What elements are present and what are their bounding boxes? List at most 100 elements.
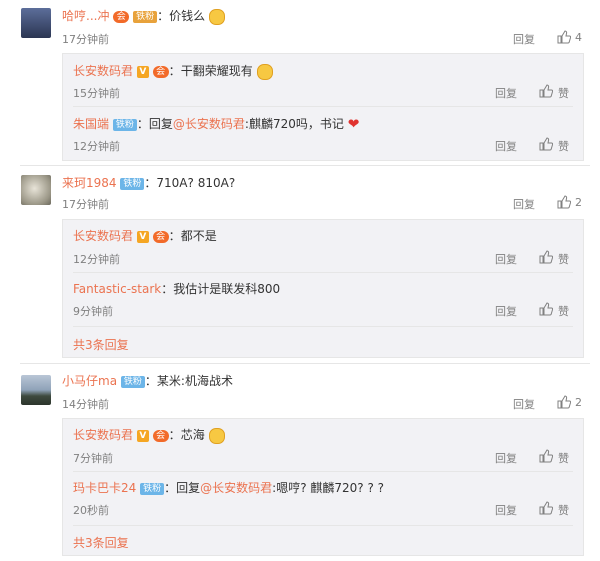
smile-emoji-icon (256, 63, 273, 80)
comment-body: 来珂1984 铁粉 ：710A? 810A? (62, 176, 236, 190)
fans-badge: 铁粉 (120, 375, 145, 388)
like-label: 赞 (558, 305, 569, 318)
comment-text: 710A? 810A? (156, 176, 236, 190)
like-label: 赞 (558, 504, 569, 517)
reply-button[interactable]: 回复 (495, 251, 517, 267)
heart-emoji-icon: ❤ (347, 116, 360, 133)
like-button[interactable] (539, 84, 553, 98)
mention-link[interactable]: @长安数码君 (200, 481, 272, 495)
thumbs-up-icon (539, 250, 553, 264)
like-button[interactable] (539, 250, 553, 264)
thumbs-up-icon (557, 30, 571, 44)
v-verified-icon: V (136, 230, 149, 243)
like-label: 赞 (558, 140, 569, 153)
comment-time: 14分钟前 (62, 398, 109, 411)
reply-username[interactable]: 长安数码君 (73, 229, 133, 243)
reply-body: 长安数码君 V 会：芯海 (73, 427, 225, 444)
username[interactable]: 来珂1984 (62, 176, 117, 190)
reply-text: :麒麟720吗，书记 (244, 117, 344, 131)
mention-link[interactable]: @长安数码君 (173, 117, 245, 131)
divider (73, 272, 573, 273)
reply-button[interactable]: 回复 (513, 31, 535, 47)
reply-text: 芯海 (180, 428, 205, 442)
v-verified-icon: V (136, 429, 149, 442)
reply-button[interactable]: 回复 (495, 85, 517, 101)
like-button[interactable] (539, 449, 553, 463)
reply-username[interactable]: 玛卡巴卡24 (73, 481, 136, 495)
reply-username[interactable]: 长安数码君 (73, 428, 133, 442)
reply-username[interactable]: 长安数码君 (73, 64, 133, 78)
reply-button[interactable]: 回复 (495, 303, 517, 319)
fans-badge: 铁粉 (140, 482, 165, 495)
like-count: 2 (575, 396, 582, 409)
more-replies-link[interactable]: 共3条回复 (73, 534, 129, 551)
like-button[interactable] (539, 302, 553, 316)
fans-badge: 铁粉 (112, 118, 137, 131)
reply-box: 长安数码君 V 会：都不是 12分钟前 回复 赞 Fantastic-stark… (62, 219, 584, 358)
reply-text: :嗯哼? 麒麟720? ? ? (272, 481, 385, 495)
more-replies-link[interactable]: 共3条回复 (73, 336, 129, 353)
thumbs-up-icon (557, 395, 571, 409)
divider (20, 165, 590, 166)
like-button[interactable] (557, 30, 571, 44)
divider (73, 326, 573, 327)
comment-text: 价钱么 (169, 9, 206, 23)
smile-emoji-icon (208, 427, 225, 444)
like-label: 赞 (558, 253, 569, 266)
avatar[interactable] (21, 375, 51, 405)
avatar[interactable] (21, 175, 51, 205)
comment-text: 某米:机海战术 (156, 374, 233, 388)
reply-text: 都不是 (180, 229, 217, 243)
like-label: 赞 (558, 452, 569, 465)
thumbs-up-icon (539, 84, 553, 98)
reply-button[interactable]: 回复 (495, 450, 517, 466)
fans-badge: 铁粉 (120, 177, 145, 190)
thumbs-up-icon (557, 195, 571, 209)
username[interactable]: 小马仔ma (62, 374, 117, 388)
reply-prefix: 回复 (148, 117, 173, 131)
member-badge-icon: 会 (152, 429, 169, 442)
reply-body: Fantastic-stark：我估计是联发科800 (73, 282, 281, 296)
thumbs-up-icon (539, 137, 553, 151)
comment-body: 哈哼...冲 会 铁粉 ：价钱么 (62, 8, 225, 25)
divider (73, 106, 573, 107)
divider (73, 471, 573, 472)
comment-time: 17分钟前 (62, 198, 109, 211)
reply-body: 长安数码君 V 会：干翻荣耀现有 (73, 63, 273, 80)
reply-body: 长安数码君 V 会：都不是 (73, 229, 217, 243)
thumbs-up-icon (539, 449, 553, 463)
reply-time: 12分钟前 (73, 140, 120, 153)
thumbs-up-icon (539, 501, 553, 515)
like-label: 赞 (558, 87, 569, 100)
reply-button[interactable]: 回复 (495, 502, 517, 518)
reply-body: 玛卡巴卡24 铁粉 ：回复@长安数码君:嗯哼? 麒麟720? ? ? (73, 481, 385, 495)
reply-box: 长安数码君 V 会：芯海 7分钟前 回复 赞 玛卡巴卡24 铁粉 ：回复@长安数码… (62, 418, 584, 556)
like-button[interactable] (557, 395, 571, 409)
reply-button[interactable]: 回复 (513, 196, 535, 212)
reply-username[interactable]: Fantastic-stark (73, 282, 161, 296)
like-button[interactable] (539, 137, 553, 151)
member-badge-icon: 会 (152, 230, 169, 243)
reply-text: 我估计是联发科800 (173, 282, 281, 296)
like-button[interactable] (539, 501, 553, 515)
reply-body: 朱国端 铁粉 ：回复@长安数码君:麒麟720吗，书记 ❤ (73, 116, 360, 133)
member-badge-icon: 会 (113, 10, 130, 23)
reply-time: 9分钟前 (73, 305, 113, 318)
reply-time: 15分钟前 (73, 87, 120, 100)
username[interactable]: 哈哼...冲 (62, 9, 109, 23)
like-count: 2 (575, 196, 582, 209)
v-verified-icon: V (136, 65, 149, 78)
divider (73, 525, 573, 526)
like-button[interactable] (557, 195, 571, 209)
divider (20, 363, 590, 364)
reply-button[interactable]: 回复 (495, 138, 517, 154)
avatar[interactable] (21, 8, 51, 38)
comment-time: 17分钟前 (62, 33, 109, 46)
comment-body: 小马仔ma 铁粉 ：某米:机海战术 (62, 374, 233, 388)
reply-button[interactable]: 回复 (513, 396, 535, 412)
reply-username[interactable]: 朱国端 (73, 117, 109, 131)
member-badge-icon: 会 (152, 65, 169, 78)
reply-text: 干翻荣耀现有 (180, 64, 253, 78)
reply-prefix: 回复 (176, 481, 201, 495)
reply-time: 20秒前 (73, 504, 109, 517)
